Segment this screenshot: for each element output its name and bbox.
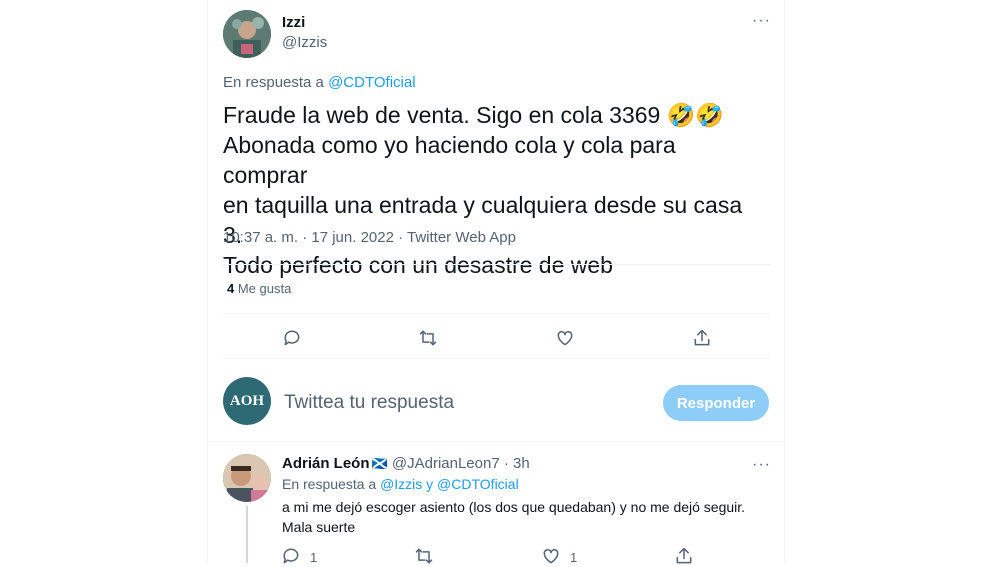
thread-line [246, 506, 248, 563]
timeline-column: Izzi @Izzis ··· En respuesta a @CDTOfici… [207, 0, 785, 565]
share-icon[interactable] [690, 326, 714, 350]
divider [208, 441, 785, 442]
reply-to-prefix: En respuesta a [223, 74, 329, 91]
reply-to-link[interactable]: @CDTOficial [328, 74, 415, 91]
author-avatar[interactable] [223, 10, 271, 58]
reply-header: Adrián León 🏴󠁧󠁢󠁳󠁣󠁴󠁿 @JAdrianLeon7 · 3h [282, 455, 530, 472]
retweet-icon[interactable] [416, 326, 440, 350]
reply-like-icon[interactable] [540, 545, 562, 567]
reply-author-name[interactable]: Adrián León [282, 455, 370, 472]
composer-avatar[interactable]: AOH [223, 377, 271, 425]
divider [223, 358, 771, 359]
reply-time[interactable]: · 3h [500, 455, 530, 472]
divider [223, 313, 771, 314]
reply-share-icon[interactable] [673, 545, 695, 567]
author-name[interactable]: Izzi [282, 14, 305, 31]
reply-to-line: En respuesta a @CDTOficial [223, 74, 416, 91]
reply-retweet-icon[interactable] [413, 545, 435, 567]
reply-more-options-icon[interactable]: ··· [752, 456, 771, 474]
more-options-icon[interactable]: ··· [752, 12, 771, 30]
author-handle[interactable]: @Izzis [282, 34, 327, 51]
tweet-text: Fraude la web de venta. Sigo en cola 336… [223, 100, 763, 280]
likes-summary[interactable]: 4 Me gusta [227, 281, 291, 296]
tweet-meta[interactable]: 10:37 a. m. · 17 jun. 2022 · Twitter Web… [223, 229, 516, 246]
flag-icon: 🏴󠁧󠁢󠁳󠁣󠁴󠁿 [371, 456, 388, 471]
reply-to-prefix: En respuesta a [282, 476, 381, 492]
reply-text-line: Mala suerte [282, 519, 356, 535]
like-icon[interactable] [553, 326, 577, 350]
tweet-text-line: Todo perfecto con un desastre de web [223, 252, 613, 278]
reply-reply-to-line: En respuesta a @Izzis y @CDTOficial [282, 476, 519, 492]
reply-to-link[interactable]: @Izzis y @CDTOficial [380, 476, 519, 492]
reply-author-avatar[interactable] [223, 454, 271, 502]
reply-composer-input[interactable]: Twittea tu respuesta [284, 392, 454, 414]
reply-reply-icon[interactable] [280, 545, 302, 567]
tweet-text-line: Fraude la web de venta. Sigo en cola 336… [223, 102, 724, 128]
reply-icon[interactable] [280, 326, 304, 350]
reply-button[interactable]: Responder [663, 385, 769, 421]
composer-avatar-text: AOH [229, 392, 265, 409]
reply-text-line: a mi me dejó escoger asiento (los dos qu… [282, 499, 746, 515]
reply-author-handle[interactable]: @JAdrianLeon7 [392, 455, 500, 472]
tweet-text-line: Abonada como yo haciendo cola y cola par… [223, 132, 676, 188]
likes-label: Me gusta [234, 281, 292, 296]
reply-text: a mi me dejó escoger asiento (los dos qu… [282, 497, 745, 537]
divider [223, 264, 771, 265]
